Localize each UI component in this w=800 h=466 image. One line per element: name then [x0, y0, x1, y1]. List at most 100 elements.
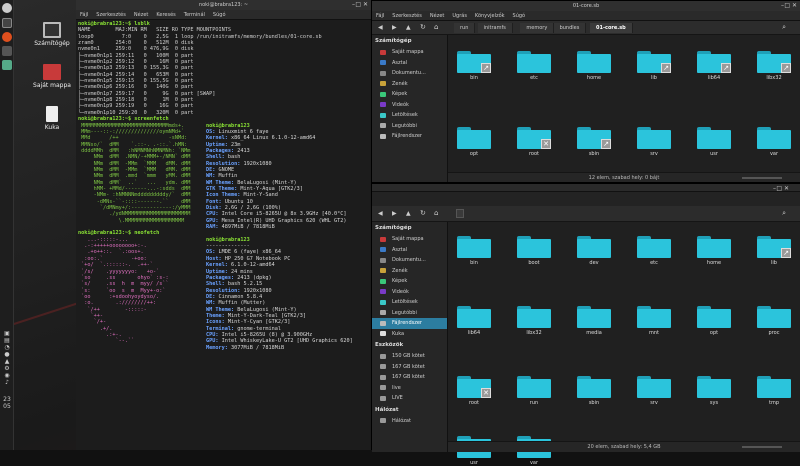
folder-item[interactable]: boot — [510, 236, 558, 266]
breadcrumb-item[interactable]: bundles — [553, 23, 587, 33]
sidebar-device[interactable]: live — [372, 383, 447, 394]
sidebar-device[interactable]: 167 GB kötet — [372, 372, 447, 383]
sidebar-item[interactable]: Dokumentu... — [372, 255, 447, 266]
back-icon[interactable]: ◀ — [378, 24, 383, 31]
home-icon[interactable]: ⌂ — [434, 209, 438, 217]
sidebar-item[interactable]: Képek — [372, 89, 447, 100]
forward-icon[interactable]: ▶ — [392, 24, 397, 31]
folder-item[interactable]: run — [510, 376, 558, 406]
folder-item[interactable]: sys — [690, 376, 738, 406]
terminal-window[interactable]: noki@brabra123: ~ – □ ✕ Fájl Szerkesztés N… — [76, 0, 372, 450]
sidebar-item[interactable]: Legutóbbi — [372, 121, 447, 132]
folder-item[interactable]: usr — [690, 127, 738, 157]
sidebar-device[interactable]: 150 GB kötet — [372, 351, 447, 362]
menu-item[interactable]: Ugrás — [452, 13, 467, 19]
folder-item[interactable]: opt — [450, 127, 498, 157]
files-icon[interactable] — [2, 60, 12, 70]
breadcrumb-item[interactable]: memory — [520, 23, 555, 33]
sidebar-item[interactable]: Képek — [372, 276, 447, 287]
terminal-output[interactable]: noki@brabra123:~$ lsblk NAME MAJ:MIN RM S… — [76, 20, 371, 351]
sidebar-item[interactable]: Zenék — [372, 79, 447, 90]
menu-item[interactable]: Terminál — [184, 12, 205, 18]
desktop-icon-home[interactable]: Saját mappa — [22, 64, 82, 89]
menu-item[interactable]: Szerkesztés — [392, 13, 422, 19]
fm1-file-view[interactable]: ↗ bin etc home ↗ lib ↗ lib64 ↗ libx32 opt ✕ root ↗ sbi… — [448, 35, 800, 172]
sidebar-item[interactable]: Asztal — [372, 58, 447, 69]
folder-item[interactable]: srv — [630, 127, 678, 157]
clock[interactable]: 23 05 — [1, 396, 13, 410]
folder-item[interactable]: etc — [510, 51, 558, 81]
menu-item[interactable]: Könyvjelzők — [475, 13, 505, 19]
folder-item[interactable]: ↗ lib — [630, 51, 678, 81]
maximize-icon[interactable]: □ — [784, 3, 790, 9]
sidebar-item[interactable]: Letöltések — [372, 110, 447, 121]
folder-item[interactable]: var — [750, 127, 798, 157]
file-manager-window-1[interactable]: 01-core.sb – □ ✕ Fájl Szerkesztés Nézet Ugr… — [372, 0, 800, 183]
folder-item[interactable]: home — [690, 236, 738, 266]
menu-item[interactable]: Fájl — [80, 12, 88, 18]
fm1-titlebar[interactable]: 01-core.sb – □ ✕ — [372, 1, 800, 11]
sidebar-item[interactable]: Letöltések — [372, 297, 447, 308]
sidebar-device[interactable]: 167 GB kötet — [372, 362, 447, 373]
terminal-titlebar[interactable]: noki@brabra123: ~ – □ ✕ — [76, 0, 371, 10]
up-icon[interactable]: ▲ — [406, 210, 411, 217]
menu-item[interactable]: Nézet — [134, 12, 148, 18]
zoom-slider[interactable] — [742, 446, 782, 448]
desktop-icon-computer[interactable]: Számítógép — [22, 22, 82, 47]
maximize-icon[interactable]: □ — [355, 2, 361, 8]
close-icon[interactable]: ✕ — [784, 186, 789, 192]
sidebar-item[interactable]: Saját mappa — [372, 234, 447, 245]
back-icon[interactable]: ◀ — [378, 210, 383, 217]
sidebar-item[interactable]: Zenék — [372, 266, 447, 277]
sidebar-item[interactable]: Dokumentu... — [372, 68, 447, 79]
folder-item[interactable]: ✕ root — [450, 376, 498, 406]
sidebar-item[interactable]: Asztal — [372, 245, 447, 256]
breadcrumb-item[interactable]: run — [454, 23, 476, 33]
folder-item[interactable]: srv — [630, 376, 678, 406]
folder-item[interactable]: libx32 — [510, 306, 558, 336]
fm2-file-view[interactable]: bin boot dev etc home ↗ lib lib64 libx32 media mnt… — [448, 222, 800, 466]
folder-item[interactable]: lib64 — [450, 306, 498, 336]
menu-item[interactable]: Szerkesztés — [96, 12, 126, 18]
folder-item[interactable]: home — [570, 51, 618, 81]
folder-item[interactable]: proc — [750, 306, 798, 336]
forward-icon[interactable]: ▶ — [392, 210, 397, 217]
breadcrumb-item[interactable]: initramfs — [477, 23, 513, 33]
folder-item[interactable]: ↗ lib64 — [690, 51, 738, 81]
sidebar-item[interactable]: Fájlrendszer — [372, 318, 447, 329]
maximize-icon[interactable]: □ — [776, 186, 782, 192]
folder-item[interactable]: bin — [450, 236, 498, 266]
desktop-icon-trash[interactable]: Kuka — [22, 106, 82, 131]
close-icon[interactable]: ✕ — [363, 2, 368, 8]
menu-item[interactable]: Keresés — [156, 12, 175, 18]
menu-item[interactable]: Súgó — [213, 12, 226, 18]
folder-item[interactable]: ↗ lib — [750, 236, 798, 266]
folder-item[interactable]: sbin — [570, 376, 618, 406]
menu-item[interactable]: Nézet — [430, 13, 444, 19]
folder-item[interactable]: ✕ root — [510, 127, 558, 157]
folder-item[interactable]: ↗ libx32 — [750, 51, 798, 81]
file-manager-window-2[interactable]: – □ ✕ ◀ ▶ ▲ ↻ ⌂ ⌕ Számítógép Saját mappa Asz… — [372, 182, 800, 466]
folder-item[interactable]: ↗ bin — [450, 51, 498, 81]
breadcrumb-root[interactable] — [456, 209, 464, 218]
sidebar-item[interactable]: Fájlrendszer — [372, 131, 447, 142]
folder-item[interactable]: etc — [630, 236, 678, 266]
folder-item[interactable]: media — [570, 306, 618, 336]
close-icon[interactable]: ✕ — [792, 3, 797, 9]
zoom-slider[interactable] — [742, 177, 782, 179]
sidebar-network[interactable]: Hálózat — [372, 416, 447, 427]
sidebar-item[interactable]: Saját mappa — [372, 47, 447, 58]
folder-item[interactable]: mnt — [630, 306, 678, 336]
menu-item[interactable]: Súgó — [513, 13, 526, 19]
sidebar-item[interactable]: Kuka — [372, 329, 447, 340]
menu-icon[interactable] — [2, 3, 12, 13]
terminal-icon[interactable] — [2, 46, 12, 56]
menu-item[interactable]: Fájl — [376, 13, 384, 19]
folder-item[interactable]: opt — [690, 306, 738, 336]
sidebar-item[interactable]: Legutóbbi — [372, 308, 447, 319]
sidebar-item[interactable]: Videók — [372, 100, 447, 111]
search-icon[interactable]: ⌕ — [782, 209, 786, 218]
fm2-titlebar[interactable]: – □ ✕ — [372, 184, 800, 192]
show-desktop-icon[interactable] — [2, 18, 12, 28]
sidebar-item[interactable]: Videók — [372, 287, 447, 298]
